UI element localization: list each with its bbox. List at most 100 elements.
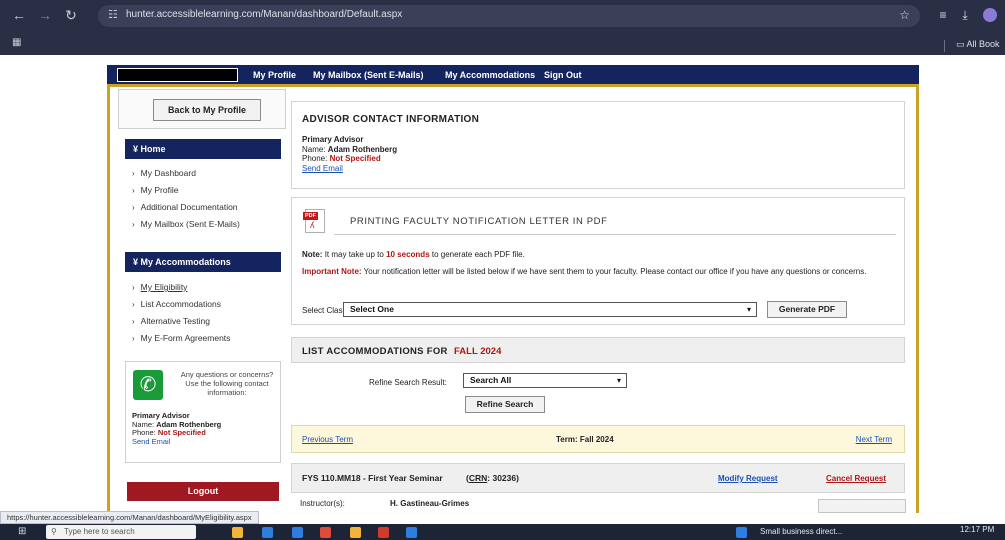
accommodations-section-label: My Accommodations: [140, 257, 231, 267]
refine-search-label: Refine Search Result:: [369, 378, 447, 387]
contact-phone-value: Not Specified: [157, 428, 206, 437]
chrome-taskbar-icon[interactable]: [320, 527, 331, 538]
taskbar-app-icon[interactable]: [292, 527, 303, 538]
taskbar-app-icon[interactable]: [406, 527, 417, 538]
news-widget[interactable]: Small business direct...: [760, 527, 842, 536]
sidebar-item-label: Alternative Testing: [140, 316, 210, 326]
modify-request-link[interactable]: Modify Request: [718, 474, 778, 484]
sidebar-item-label: Additional Documentation: [140, 202, 238, 212]
contact-phone-label: Phone:: [132, 428, 156, 437]
cancel-request-link[interactable]: Cancel Request: [826, 474, 886, 484]
term-navigation-bar: Previous Term Term: Fall 2024 Next Term: [291, 425, 905, 453]
nav-sign-out[interactable]: Sign Out: [544, 70, 582, 80]
pdf-icon: PDF ʎ: [303, 209, 325, 233]
note-text-2: to generate each PDF file.: [431, 250, 525, 259]
sidebar-item-label: My E-Form Agreements: [140, 333, 231, 343]
file-explorer-icon[interactable]: [350, 527, 361, 538]
contact-box: ✆ Any questions or concerns? Use the fol…: [125, 361, 281, 463]
bookmark-star-icon[interactable]: ☆: [899, 8, 910, 22]
sidebar-item-list-accommodations[interactable]: › List Accommodations: [132, 299, 221, 309]
sidebar-item-profile[interactable]: › My Profile: [132, 185, 178, 195]
sidebar-item-documentation[interactable]: › Additional Documentation: [132, 202, 238, 212]
advisor-panel-title: ADVISOR CONTACT INFORMATION: [302, 114, 480, 125]
pdf-title-divider: [334, 234, 896, 235]
windows-taskbar: ⊞ ⚲ Type here to search Small business d…: [0, 524, 1005, 540]
course-header-row: FYS 110.MM18 - First Year Seminar (CRN: …: [291, 463, 905, 493]
course-crn: (CRN: 30236): [466, 473, 519, 483]
home-section-label: Home: [140, 144, 166, 154]
nav-my-mailbox[interactable]: My Mailbox (Sent E-Mails): [313, 70, 424, 80]
taskbar-app-icon[interactable]: [378, 527, 389, 538]
apps-grid-icon[interactable]: ▦: [12, 38, 22, 48]
course-action-button[interactable]: [818, 499, 906, 513]
arrow-right-icon: ›: [132, 169, 135, 178]
sidebar-item-dashboard[interactable]: › My Dashboard: [132, 168, 196, 178]
arrow-right-icon: ›: [132, 203, 135, 212]
logout-button[interactable]: Logout: [127, 482, 279, 501]
sidebar-item-mailbox[interactable]: › My Mailbox (Sent E-Mails): [132, 219, 240, 229]
generate-pdf-button[interactable]: Generate PDF: [767, 301, 847, 318]
taskbar-app-icon[interactable]: [232, 527, 243, 538]
contact-send-email-link[interactable]: Send Email: [132, 437, 221, 447]
course-title: FYS 110.MM18 - First Year Seminar: [302, 473, 443, 483]
accommodations-section-header[interactable]: ¥ My Accommodations: [125, 252, 281, 272]
crn-label: CRN: [468, 473, 488, 483]
instructor-label: Instructor(s):: [300, 499, 345, 508]
back-arrow-icon[interactable]: ←: [12, 8, 26, 22]
right-gold-border: [916, 67, 919, 513]
advisor-phone-value: Not Specified: [329, 154, 381, 163]
arrow-right-icon: ›: [132, 334, 135, 343]
bookmark-divider: [944, 40, 945, 52]
site-info-icon[interactable]: ☷: [108, 9, 120, 21]
address-text[interactable]: hunter.accessiblelearning.com/Manan/dash…: [126, 9, 402, 20]
advisor-send-email-link[interactable]: Send Email: [302, 164, 397, 174]
nav-my-accommodations[interactable]: My Accommodations: [445, 70, 535, 80]
back-to-profile-button[interactable]: Back to My Profile: [153, 99, 261, 121]
reload-icon[interactable]: ↻: [64, 8, 78, 22]
refine-search-button[interactable]: Refine Search: [465, 396, 545, 413]
pdf-panel-title: PRINTING FACULTY NOTIFICATION LETTER IN …: [350, 216, 608, 227]
sidebar-item-label: My Mailbox (Sent E-Mails): [140, 219, 240, 229]
pdf-label-icon: PDF: [303, 212, 318, 220]
profile-avatar[interactable]: [983, 8, 997, 22]
select-class-dropdown[interactable]: Select One ▾: [343, 302, 757, 317]
sidebar-item-alternative-testing[interactable]: › Alternative Testing: [132, 316, 210, 326]
refine-search-value: Search All: [470, 375, 512, 385]
instructor-value: H. Gastineau-Grimes: [390, 499, 470, 508]
taskbar-app-icon[interactable]: [262, 527, 273, 538]
address-bar[interactable]: ☷ hunter.accessiblelearning.com/Manan/da…: [98, 5, 920, 27]
chevron-down-icon: ▾: [616, 376, 621, 385]
select-class-value: Select One: [350, 304, 394, 314]
windows-start-icon[interactable]: ⊞: [18, 527, 28, 537]
sidebar-item-eligibility[interactable]: › My Eligibility: [132, 282, 187, 292]
download-icon[interactable]: ⤓: [958, 8, 972, 22]
pdf-important-note: Important Note: Your notification letter…: [302, 266, 892, 277]
home-section-header[interactable]: ¥ Home: [125, 139, 281, 159]
browser-chrome: ← → ↻ ☷ hunter.accessiblelearning.com/Ma…: [0, 0, 1005, 55]
all-bookmarks-folder[interactable]: ▭ All Book: [956, 39, 1000, 50]
nav-my-profile[interactable]: My Profile: [253, 70, 296, 80]
refine-search-dropdown[interactable]: Search All ▾: [463, 373, 627, 388]
note-highlight: 10 seconds: [386, 250, 430, 259]
taskbar-clock[interactable]: 12:17 PM: [960, 525, 994, 534]
next-term-link[interactable]: Next Term: [856, 435, 892, 445]
advisor-name-label: Name:: [302, 144, 326, 154]
sidebar-item-eform-agreements[interactable]: › My E-Form Agreements: [132, 333, 230, 343]
previous-term-link[interactable]: Previous Term: [302, 435, 353, 445]
site-top-nav: My Profile My Mailbox (Sent E-Mails) My …: [107, 65, 919, 87]
contact-advisor-info: Primary Advisor Name: Adam Rothenberg Ph…: [132, 411, 221, 447]
arrow-right-icon: ›: [132, 300, 135, 309]
taskbar-search-input[interactable]: ⚲ Type here to search: [46, 525, 196, 539]
news-widget-icon[interactable]: [736, 527, 747, 538]
advisor-heading: Primary Advisor: [302, 135, 364, 144]
select-class-label: Select Class:: [302, 306, 349, 315]
extension-icon[interactable]: ≡: [936, 8, 950, 22]
acrobat-swoosh-icon: ʎ: [310, 220, 315, 230]
advisor-name-value: Adam Rothenberg: [327, 144, 398, 154]
pdf-note: Note: It may take up to 10 seconds to ge…: [302, 250, 525, 260]
advisor-phone-label: Phone:: [302, 154, 328, 163]
forward-arrow-icon[interactable]: →: [38, 8, 52, 22]
important-text: Your notification letter will be listed …: [363, 267, 867, 276]
arrow-right-icon: ›: [132, 186, 135, 195]
redacted-student-name: [117, 68, 238, 82]
